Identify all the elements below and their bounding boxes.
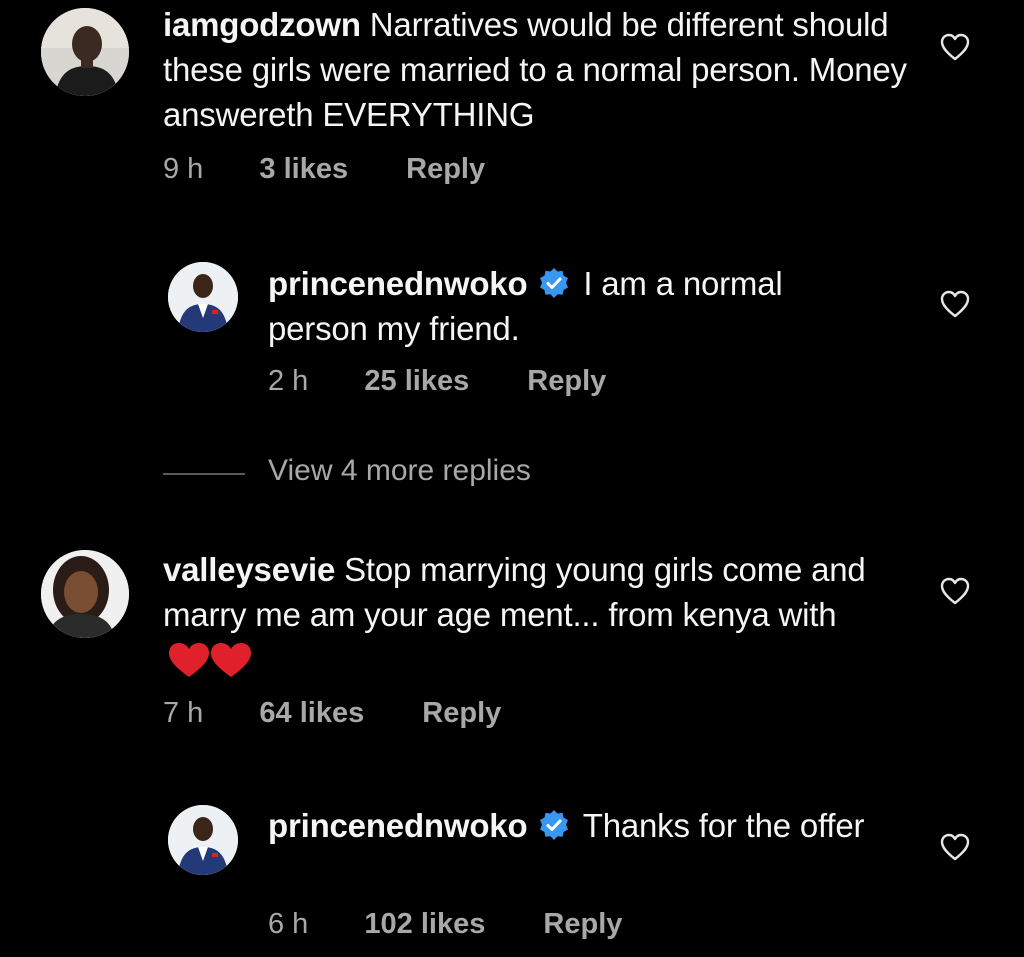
user-avatar-photo (41, 550, 129, 638)
user-avatar-photo (168, 262, 238, 332)
view-more-replies[interactable]: View 4 more replies (163, 452, 663, 496)
comment-body: princenednwoko Thanks for the offer (268, 803, 878, 848)
reply-button[interactable]: Reply (527, 365, 606, 398)
reply-button[interactable]: Reply (406, 153, 485, 186)
divider-line (163, 473, 245, 475)
comment-username[interactable]: princenednwoko (268, 807, 528, 844)
reply-button[interactable]: Reply (543, 908, 622, 941)
comment-username[interactable]: princenednwoko (268, 265, 528, 302)
reply-item: princenednwoko Thanks for the offer 6 h … (0, 793, 1024, 957)
comment-username[interactable]: iamgodzown (163, 6, 361, 43)
comment-meta: 6 h 102 likes Reply (268, 908, 622, 941)
comment-text: Thanks for the offer (582, 807, 865, 844)
comment-body: valleysevie Stop marrying young girls co… (163, 547, 923, 682)
comment-body: princenednwoko I am a normal person my f… (268, 261, 868, 351)
avatar[interactable] (168, 805, 238, 875)
comment-likes[interactable]: 3 likes (259, 153, 348, 186)
like-heart-icon[interactable] (940, 33, 970, 61)
comment-item: valleysevie Stop marrying young girls co… (0, 545, 1024, 745)
comment-time: 2 h (268, 365, 309, 397)
like-heart-icon[interactable] (940, 833, 970, 861)
red-heart-emoji (167, 641, 253, 679)
like-heart-icon[interactable] (940, 577, 970, 605)
comment-time: 7 h (163, 697, 204, 729)
comment-likes[interactable]: 25 likes (364, 365, 469, 398)
avatar[interactable] (168, 262, 238, 332)
comment-meta: 7 h 64 likes Reply (163, 697, 501, 730)
verified-badge-icon (538, 267, 570, 299)
avatar[interactable] (41, 550, 129, 638)
user-avatar-photo (168, 805, 238, 875)
reply-item: princenednwoko I am a normal person my f… (0, 250, 1024, 420)
comment-likes[interactable]: 102 likes (364, 908, 485, 941)
comment-username[interactable]: valleysevie (163, 551, 335, 588)
comment-meta: 9 h 3 likes Reply (163, 153, 485, 186)
avatar[interactable] (41, 8, 129, 96)
comment-item: iamgodzown Narratives would be different… (0, 0, 1024, 200)
like-heart-icon[interactable] (940, 290, 970, 318)
view-more-label[interactable]: View 4 more replies (268, 454, 531, 488)
reply-button[interactable]: Reply (422, 697, 501, 730)
comment-likes[interactable]: 64 likes (259, 697, 364, 730)
comment-meta: 2 h 25 likes Reply (268, 365, 606, 398)
user-avatar-photo (41, 8, 129, 96)
comment-body: iamgodzown Narratives would be different… (163, 2, 923, 137)
comment-time: 9 h (163, 153, 204, 185)
verified-badge-icon (538, 809, 570, 841)
comment-time: 6 h (268, 908, 309, 940)
